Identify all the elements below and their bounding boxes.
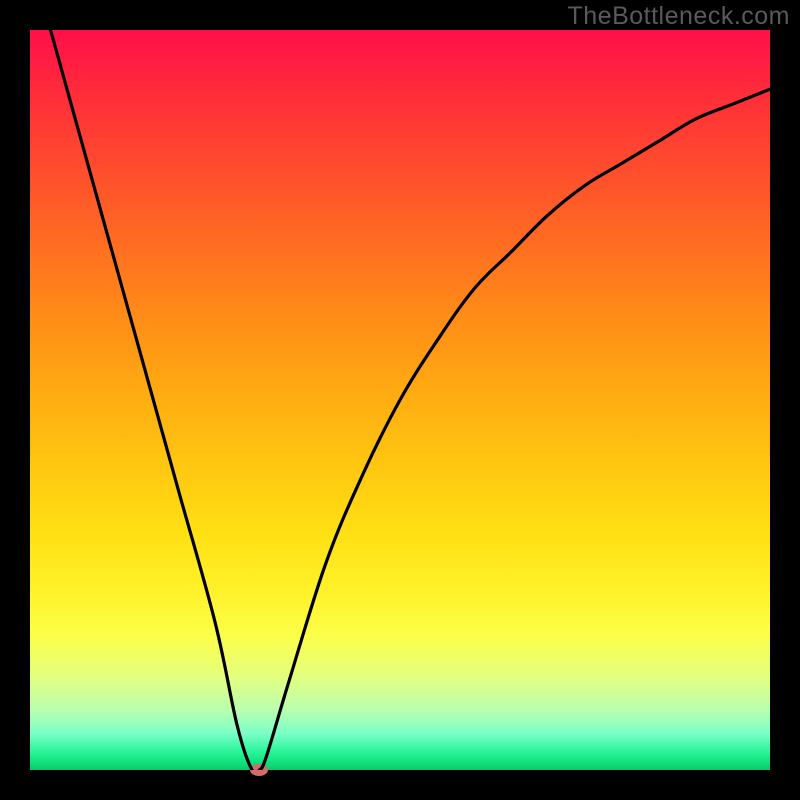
watermark-text: TheBottleneck.com [568, 2, 791, 31]
curve-svg [30, 30, 770, 770]
bottleneck-curve [30, 30, 770, 770]
plot-area [30, 30, 770, 770]
chart-frame: TheBottleneck.com [0, 0, 800, 800]
